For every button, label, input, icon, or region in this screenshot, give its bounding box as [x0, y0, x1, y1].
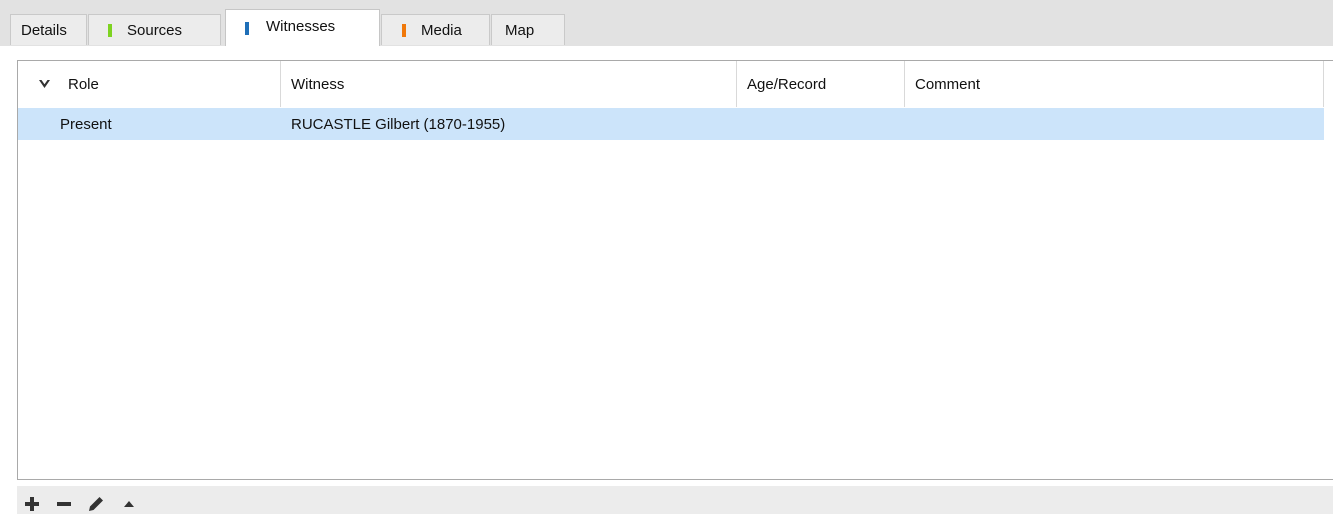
- column-header-label: Comment: [915, 75, 981, 93]
- tab-marker: [402, 23, 406, 37]
- witnesses-table: Role Witness Age/Record Comment Present …: [17, 60, 1333, 480]
- table-toolbar: [17, 486, 1333, 514]
- plus-icon: [25, 497, 39, 511]
- column-header-label: Role: [68, 75, 99, 93]
- add-button[interactable]: [22, 494, 42, 514]
- column-header-witness[interactable]: Witness: [281, 61, 737, 107]
- column-header-role[interactable]: Role: [18, 61, 281, 107]
- tab-bar: Details Sources Witnesses Media Map: [0, 0, 1333, 46]
- cell-role: Present: [60, 115, 112, 133]
- tab-label: Witnesses: [266, 17, 336, 35]
- minus-icon: [57, 502, 71, 506]
- table-header: Role Witness Age/Record Comment: [18, 61, 1324, 107]
- tab-details[interactable]: Details: [10, 14, 87, 45]
- chevron-down-icon[interactable]: [39, 79, 50, 89]
- remove-button[interactable]: [54, 494, 74, 514]
- tab-map[interactable]: Map: [491, 14, 565, 45]
- tab-label: Sources: [127, 21, 183, 39]
- column-header-age-record[interactable]: Age/Record: [737, 61, 905, 107]
- edit-button[interactable]: [86, 494, 106, 514]
- tab-label: Map: [505, 21, 535, 39]
- tab-marker: [245, 21, 249, 35]
- tab-media[interactable]: Media: [381, 14, 490, 45]
- table-row[interactable]: Present RUCASTLE Gilbert (1870-1955): [18, 108, 1324, 140]
- move-up-button[interactable]: [119, 494, 139, 514]
- column-header-label: Witness: [291, 75, 345, 93]
- column-header-comment[interactable]: Comment: [905, 61, 1324, 107]
- tab-sources[interactable]: Sources: [88, 14, 221, 45]
- triangle-up-icon: [124, 501, 134, 507]
- tab-witnesses[interactable]: Witnesses: [225, 9, 380, 46]
- tab-marker: [108, 23, 112, 37]
- tab-label: Media: [421, 21, 462, 39]
- pencil-icon: [89, 497, 103, 511]
- tab-label: Details: [21, 21, 67, 39]
- column-header-label: Age/Record: [747, 75, 827, 93]
- cell-witness: RUCASTLE Gilbert (1870-1955): [291, 115, 506, 133]
